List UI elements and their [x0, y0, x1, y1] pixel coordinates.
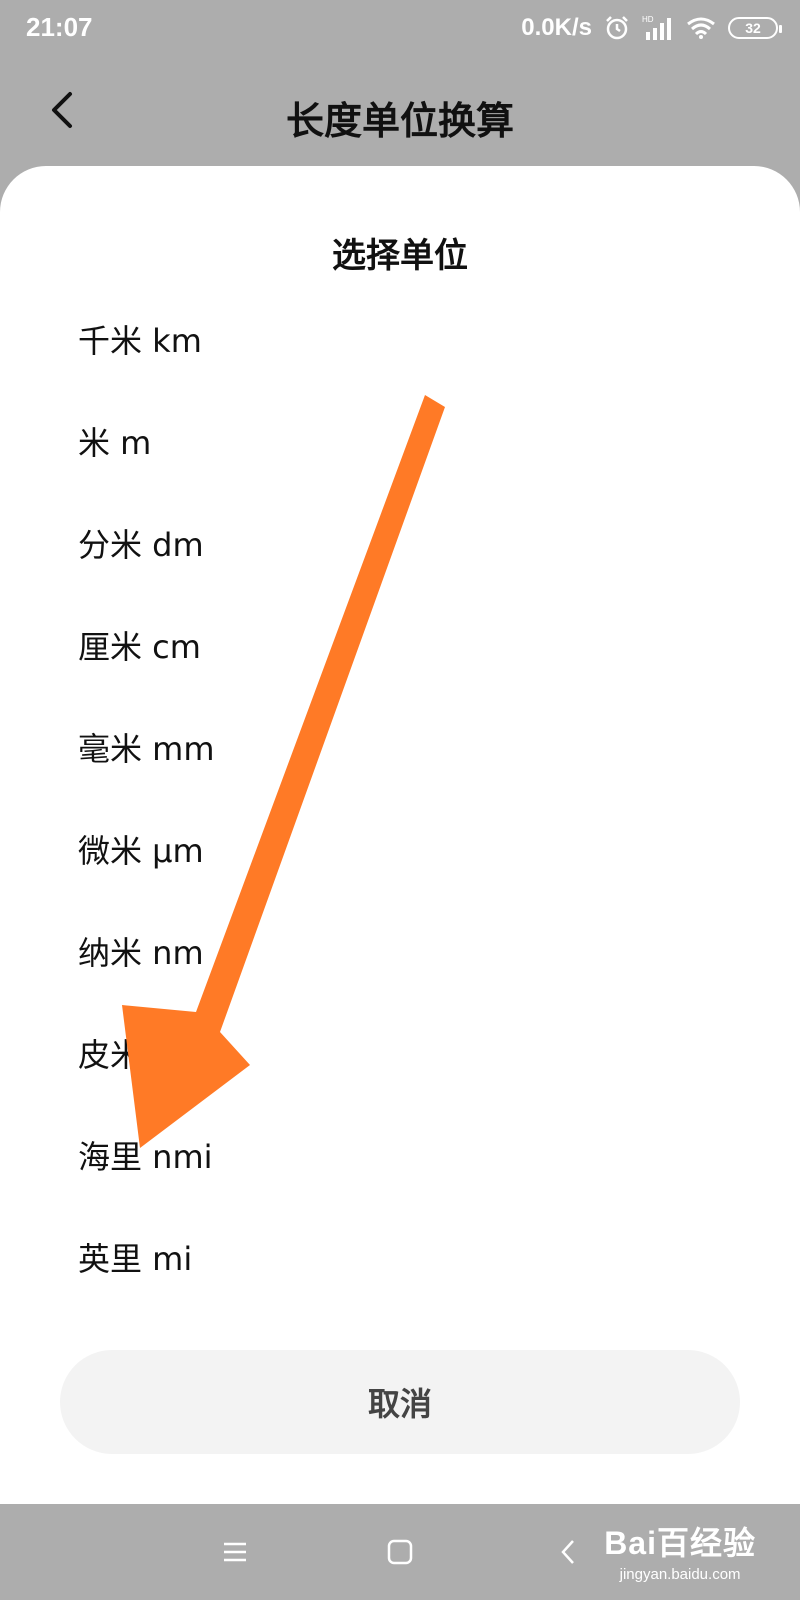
unit-option-nm[interactable]: 纳米 nm — [0, 900, 800, 1002]
unit-option-um[interactable]: 微米 μm — [0, 798, 800, 900]
back-chevron-icon — [561, 1540, 574, 1564]
menu-button[interactable] — [213, 1530, 257, 1574]
sheet-title: 选择单位 — [332, 236, 468, 276]
unit-list[interactable]: 千米 km 米 m 分米 dm 厘米 cm 毫米 mm 微米 μm 纳米 nm … — [0, 288, 800, 1288]
unit-option-m[interactable]: 米 m — [0, 390, 800, 492]
status-time: 21:07 — [26, 12, 93, 42]
nav-back-button[interactable] — [546, 1530, 590, 1574]
unit-option-nmi[interactable]: 海里 nmi — [0, 1104, 800, 1206]
watermark-logo: Bai百经验 — [604, 1525, 756, 1561]
app-header: 长度单位换算 — [0, 56, 800, 166]
unit-option-mm[interactable]: 毫米 mm — [0, 696, 800, 798]
unit-option-pm[interactable]: 皮米 pm — [0, 1002, 800, 1104]
battery-icon: 32 — [728, 17, 782, 39]
status-icons: 0.0K/s HD 32 — [521, 10, 782, 46]
home-square-icon — [387, 1539, 413, 1565]
unit-option-mi[interactable]: 英里 mi — [0, 1206, 800, 1288]
watermark-url: jingyan.baidu.com — [619, 1566, 741, 1583]
unit-picker-sheet: 选择单位 千米 km 米 m 分米 dm 厘米 cm 毫米 mm 微米 μm 纳… — [0, 166, 800, 1504]
navigation-bar: Bai百经验 jingyan.baidu.com — [0, 1504, 800, 1600]
unit-option-dm[interactable]: 分米 dm — [0, 492, 800, 594]
menu-icon — [224, 1542, 246, 1562]
alarm-icon — [604, 15, 630, 41]
unit-option-cm[interactable]: 厘米 cm — [0, 594, 800, 696]
network-speed: 0.0K/s — [521, 14, 592, 41]
page-title: 长度单位换算 — [285, 99, 514, 143]
hd-label: HD — [642, 15, 654, 24]
status-bar: 21:07 0.0K/s HD 32 — [0, 0, 800, 56]
cancel-button[interactable]: 取消 — [60, 1350, 740, 1454]
wifi-icon — [686, 16, 716, 40]
watermark: Bai百经验 jingyan.baidu.com — [604, 1518, 756, 1583]
home-button[interactable] — [378, 1530, 422, 1574]
unit-option-km[interactable]: 千米 km — [0, 288, 800, 390]
signal-icon: HD — [642, 14, 674, 42]
